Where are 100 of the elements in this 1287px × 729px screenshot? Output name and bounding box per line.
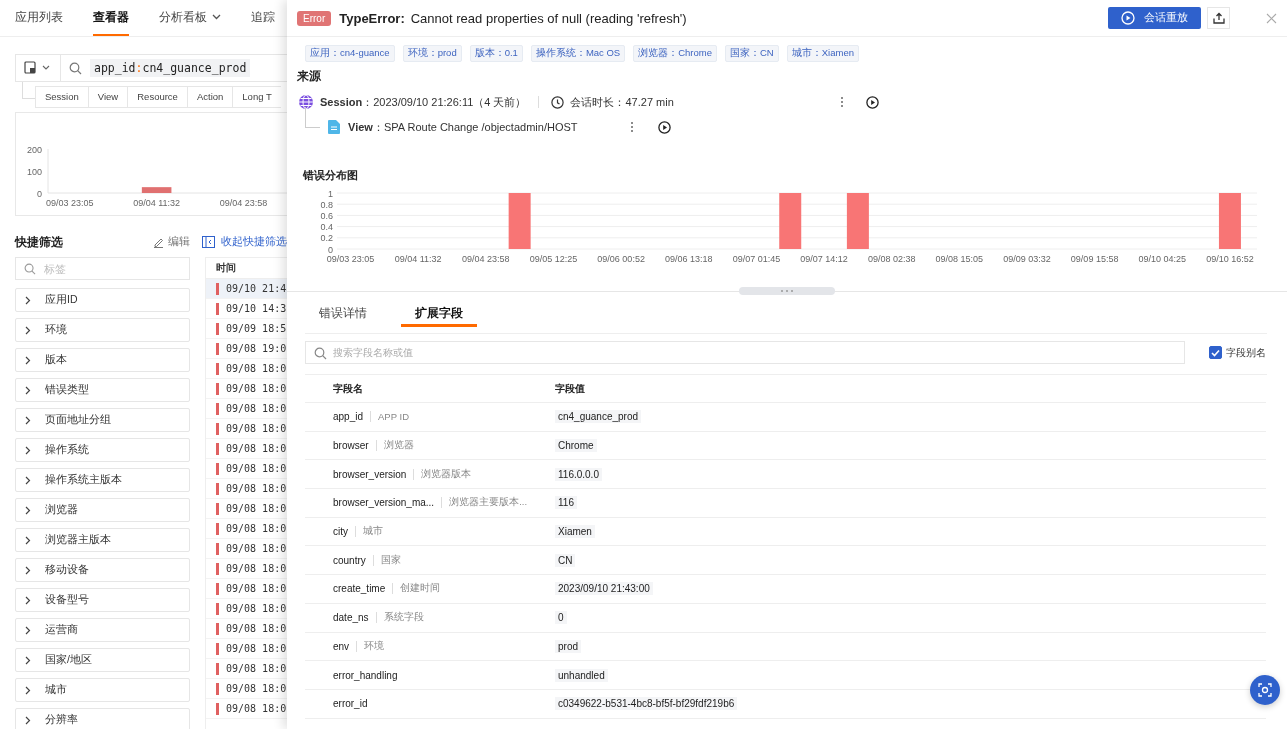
field-value: 116 [555,496,577,510]
section-title: 来源 [297,69,322,84]
axis-label: 09/05 12:25 [529,254,578,264]
clock-icon [551,95,565,109]
chevron-icon [25,385,31,395]
axis-label: 09/10 04:25 [1138,254,1187,264]
axis-label: 0 [37,188,42,199]
attribute-tag: 应用：cn4-guance [305,45,395,62]
upload-icon [1212,12,1225,24]
chevron-icon [25,295,31,305]
axis-label: 1 [328,188,333,199]
column-header: 字段值 [555,381,586,396]
axis-label: 100 [26,166,42,177]
chevron-icon [25,445,31,455]
filter-item[interactable]: 操作系统 [15,438,190,462]
axis-label: 09/04 23:58 [462,254,510,264]
filter-item[interactable]: 设备型号 [15,588,190,612]
axis-label: 0.8 [320,199,333,210]
more-icon[interactable] [629,121,634,133]
filter-item[interactable]: 版本 [15,348,190,372]
field-value: CN [555,553,576,567]
event-row[interactable]: 09/10 21:4 [206,279,287,299]
bar [508,193,531,249]
collapse-icon [202,236,215,248]
chevron-icon [25,325,31,335]
error-badge: Error [297,10,332,26]
field-alias: 城市 [363,525,383,539]
scan-icon [1258,683,1272,697]
data-type-tab[interactable]: Resource [127,86,187,108]
field-value: 0 [555,611,567,625]
attribute-tag: 浏览器：Chrome [633,45,717,62]
field-search-field[interactable]: 搜索字段名称或值 [305,341,1185,364]
filter-item[interactable]: 运营商 [15,618,190,642]
detail-tab[interactable]: 错误详情 [305,304,381,327]
axis-label: 0.6 [320,210,333,221]
resize-handle[interactable] [739,287,835,295]
play-icon[interactable] [657,120,671,134]
view-info: View：SPA Route Change /objectadmin/HOST [348,119,578,135]
collapse-link[interactable]: 收起快捷筛选 [202,235,287,249]
play-icon[interactable] [865,95,879,109]
filter-item[interactable]: 浏览器主版本 [15,528,190,552]
axis-label: 09/09 15:58 [1070,254,1119,264]
filter-item[interactable]: 错误类型 [15,378,190,402]
field-alias: 浏览器主要版本... [449,496,528,510]
chevron-icon [25,565,31,575]
document-icon [328,120,340,134]
replay-button[interactable]: 会话重放 [1108,7,1201,29]
field-name: env [333,640,350,652]
nav-tab[interactable]: 追踪 [251,0,275,36]
nav-tab[interactable]: 应用列表 [15,0,63,36]
session-duration: 会话时长：47.27 min [570,94,674,110]
alias-checkbox[interactable] [1209,346,1222,359]
play-icon [1121,11,1135,25]
axis-label: 0 [328,244,333,255]
chevron-icon [25,685,31,695]
search-icon [24,263,36,275]
filter-item[interactable]: 操作系统主版本 [15,468,190,492]
chevron-icon [25,355,31,365]
field-name: create_time [333,583,386,595]
axis-label: 09/10 16:52 [1206,254,1254,264]
field-alias: 浏览器 [383,439,414,453]
chevron-icon [25,715,31,725]
column-header: 字段名 [332,381,364,396]
data-type-tab[interactable]: View [87,86,128,108]
filter-search-field[interactable]: 标签 [15,257,190,280]
attribute-tag: 版本：0.1 [469,45,523,62]
export-button[interactable] [1207,7,1230,29]
filter-item[interactable]: 移动设备 [15,558,190,582]
filter-item[interactable]: 城市 [15,678,190,702]
nav-tab[interactable]: 分析看板 [159,0,221,36]
error-type: TypeError: [339,10,405,26]
bar [1218,193,1241,249]
axis-label: 09/04 11:32 [394,254,442,264]
bar [779,193,802,249]
data-type-tab[interactable]: Session [35,86,88,108]
attribute-tag: 环境：prod [402,45,462,62]
filter-item[interactable]: 浏览器 [15,498,190,522]
axis-label: 09/08 15:05 [935,254,984,264]
filter-item[interactable]: 环境 [15,318,190,342]
field-alias: 国家 [380,553,401,567]
axis-label: 09/06 00:52 [597,254,645,264]
checkbox-label: 字段别名 [1226,345,1266,360]
field-name: browser [333,440,369,452]
more-icon[interactable] [839,96,844,108]
field-alias: 创建时间 [400,582,441,596]
axis-label: 09/09 03:32 [1003,254,1051,264]
filter-item[interactable]: 国家/地区 [15,648,190,672]
data-type-tab[interactable]: Action [186,86,233,108]
nav-tab[interactable]: 查看器 [93,0,129,36]
field-value: Chrome [555,439,597,453]
error-message: Cannot read properties of null (reading 'refresh') [410,10,687,26]
edit-button[interactable]: 编辑 [152,235,202,249]
filter-item[interactable]: 分辨率 [15,708,190,729]
detail-tab[interactable]: 扩展字段 [401,304,477,327]
filter-item[interactable]: 页面地址分组 [15,408,190,432]
filter-item[interactable]: 应用ID [15,288,190,312]
chart-title: 错误分布图 [303,168,359,183]
field-name: date_ns [333,612,369,624]
data-type-tab[interactable]: Long T [232,86,281,108]
screenshot-button[interactable] [1250,675,1280,705]
